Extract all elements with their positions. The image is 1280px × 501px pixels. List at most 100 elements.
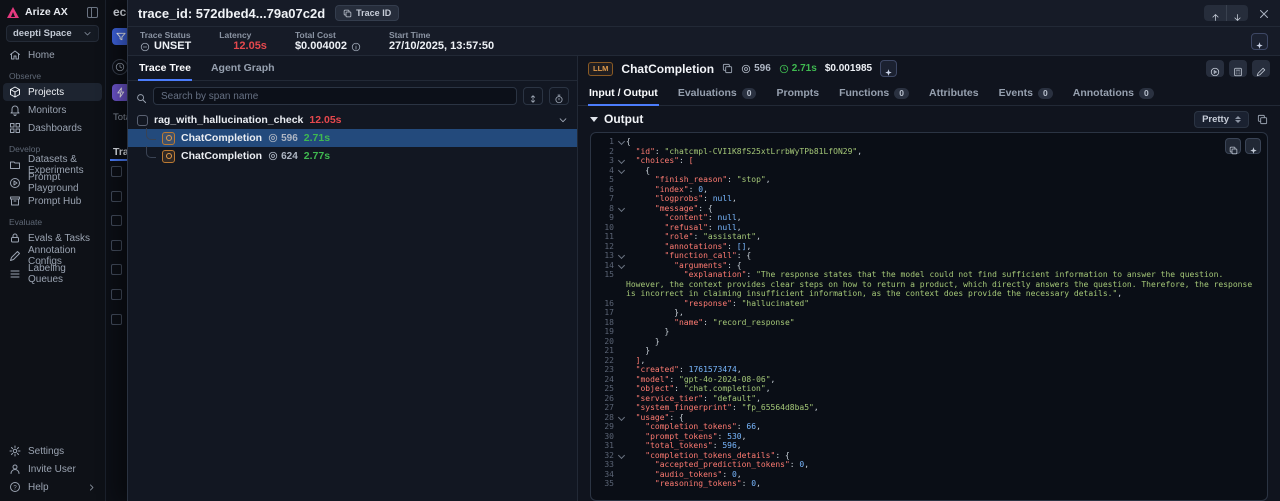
span-checkbox[interactable] [137,115,148,126]
span-tab-functions[interactable]: Functions0 [838,82,910,105]
fold-caret[interactable] [617,156,626,166]
copy-output-icon[interactable] [1257,114,1268,125]
fold-caret[interactable] [617,137,626,147]
row-checkbox[interactable] [111,240,122,251]
tab-label: Evaluations [678,87,737,99]
json-line: 25 "object": "chat.completion", [591,384,1267,394]
line-number: 35 [591,479,617,489]
stopwatch-icon [554,91,564,101]
sidebar-item-label: Labeling Queues [28,263,96,285]
space-selector[interactable]: deepti Space [6,25,99,42]
metric-latency: Latency12.05s [219,30,267,52]
sidebar-item-monitors[interactable]: Monitors [0,101,105,119]
metric-label: Total Cost [295,30,361,40]
json-code: "object": "chat.completion", [626,384,1267,394]
collapse-output-caret[interactable] [590,117,598,122]
copy-span-icon[interactable] [722,63,733,74]
annotate-button[interactable] [1252,60,1270,77]
line-number: 33 [591,460,617,470]
span-tab-attributes[interactable]: Attributes [928,82,980,105]
span-tab-prompts[interactable]: Prompts [775,82,820,105]
trace-tree-pane: Trace Tree Agent Graph rag_with_hallucina… [128,56,577,501]
row-checkbox[interactable] [111,215,122,226]
json-line: 30 "prompt_tokens": 530, [591,432,1267,442]
explain-json-button[interactable] [1245,138,1261,154]
time-range-button[interactable] [112,59,128,75]
fold-caret[interactable] [617,413,626,423]
bolt-icon [115,87,127,98]
sidebar-item-labeling-queues[interactable]: Labeling Queues [0,265,105,283]
span-tab-input-output[interactable]: Input / Output [588,82,659,105]
json-code: { [626,166,1267,176]
copy-json-button[interactable] [1225,138,1241,154]
json-line: 34 "audio_tokens": 0, [591,470,1267,480]
next-trace-button[interactable] [1226,5,1248,21]
fold-caret[interactable] [617,251,626,261]
line-number: 26 [591,394,617,404]
add-to-dataset-button[interactable] [1229,60,1247,77]
arrow-up-icon [1211,9,1220,18]
expand-collapse-button[interactable] [523,87,543,105]
span-title: ChatCompletion [621,62,714,76]
annotation-icon [9,250,21,262]
line-number: 10 [591,223,617,233]
span-latency: 2.71s [779,63,817,74]
row-checkbox[interactable] [111,314,122,325]
json-line: 8 "message": { [591,204,1267,214]
sidebar-item-projects[interactable]: Projects [3,83,102,101]
home-icon [9,49,21,61]
fold-caret[interactable] [617,261,626,271]
trace-detail-panel: trace_id: 572dbed4...79a07c2d Trace ID T… [127,0,1280,501]
fold-caret[interactable] [617,204,626,214]
tab-trace-tree[interactable]: Trace Tree [138,57,192,80]
row-checkbox[interactable] [111,166,122,177]
span-tab-annotations[interactable]: Annotations0 [1072,82,1155,105]
span-token-count: 596 [268,133,298,144]
format-select[interactable]: Pretty [1194,111,1249,128]
sidebar-item-help[interactable]: ?Help [0,478,105,496]
metric-label: Trace Status [140,30,191,40]
metric-label: Start Time [389,30,494,40]
fold-caret [617,318,626,328]
span-copilot-button[interactable] [880,60,897,77]
span-search-input[interactable] [153,87,517,105]
fold-caret [617,308,626,318]
fold-caret [617,441,626,451]
row-checkbox[interactable] [111,264,122,275]
fold-caret[interactable] [617,451,626,461]
tab-label: Prompts [776,87,819,99]
trace-id-copy-chip[interactable]: Trace ID [335,5,399,21]
fold-caret [617,403,626,413]
replay-span-button[interactable] [1206,60,1224,77]
json-code: "system_fingerprint": "fp_65564d8ba5", [626,403,1267,413]
metric-value: 12.05s [233,41,267,52]
tab-agent-graph[interactable]: Agent Graph [210,57,276,80]
json-code: "id": "chatcmpl-CVI1K8fS25xtLrrbWyTPb81L… [626,147,1267,157]
json-line: 19 } [591,327,1267,337]
sidebar-item-prompt-playground[interactable]: Prompt Playground [0,174,105,192]
sidebar-item-prompt-hub[interactable]: Prompt Hub [0,192,105,210]
row-checkbox[interactable] [111,191,122,202]
trace-copilot-button[interactable] [1251,33,1268,50]
sidebar-item-invite-user[interactable]: Invite User [0,460,105,478]
chevron-down-icon[interactable] [558,115,568,125]
collapse-sidebar-icon[interactable] [87,7,98,18]
json-code: "accepted_prediction_tokens": 0, [626,460,1267,470]
json-code: "usage": { [626,413,1267,423]
fold-caret[interactable] [617,166,626,176]
line-number: 13 [591,251,617,261]
sidebar-item-dashboards[interactable]: Dashboards [0,119,105,137]
sidebar-item-settings[interactable]: Settings [0,442,105,460]
close-panel-button[interactable] [1258,7,1270,19]
span-row-rag_with_hallucination_check[interactable]: rag_with_hallucination_check12.05s [128,111,577,129]
span-row-ChatCompletion[interactable]: ChatCompletion5962.71s [128,129,577,147]
line-number: 25 [591,384,617,394]
row-checkbox[interactable] [111,289,122,300]
span-tab-evaluations[interactable]: Evaluations0 [677,82,758,105]
timing-toggle-button[interactable] [549,87,569,105]
sidebar-item-home[interactable]: Home [0,46,105,64]
span-tab-events[interactable]: Events0 [998,82,1054,105]
span-row-ChatCompletion[interactable]: ChatCompletion6242.77s [128,147,577,165]
previous-trace-button[interactable] [1204,5,1226,21]
json-code: "index": 0, [626,185,1267,195]
